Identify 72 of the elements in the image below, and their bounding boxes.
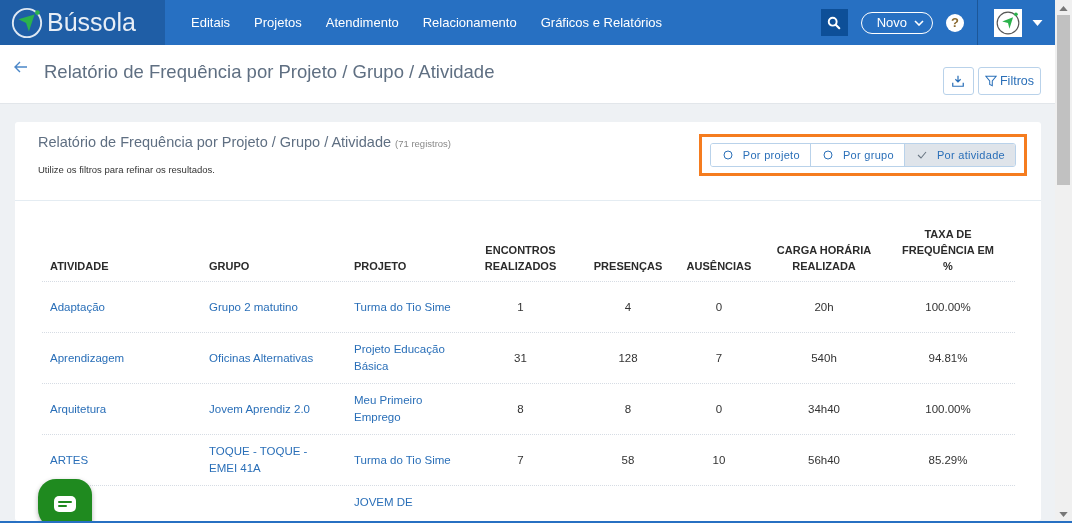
activity-link[interactable]: Arquitetura	[50, 400, 107, 418]
caret-icon[interactable]	[1032, 19, 1043, 26]
chat-button[interactable]	[38, 479, 92, 521]
table-cell-text: 100.00%	[925, 299, 971, 315]
chevron-down-icon	[914, 19, 924, 26]
table-cell-text: 10	[712, 452, 726, 468]
project-link[interactable]: Turma do Tio Sime	[354, 298, 451, 316]
column-header: ATIVIDADE	[50, 259, 109, 275]
project-link[interactable]: Turma do Tio Sime	[354, 451, 451, 469]
table-cell-text: 34h40	[808, 401, 840, 417]
radio-circle-icon	[822, 150, 833, 160]
download-button[interactable]	[942, 67, 974, 95]
table-cell-text: 1	[517, 299, 524, 315]
column-header: PRESENÇAS	[593, 259, 663, 275]
table-cell-text: 128	[618, 350, 638, 366]
search-button[interactable]	[820, 9, 848, 36]
group-link[interactable]: Grupo 2 matutino	[209, 298, 298, 316]
table-cell-text: 100.00%	[925, 401, 971, 417]
activity-link[interactable]: Aprendizagem	[50, 349, 125, 367]
table-cell-text: 0	[715, 299, 723, 315]
table-cell-text: 58	[621, 452, 635, 468]
nav-link[interactable]: Gráficos e Relatórios	[528, 15, 675, 30]
nav-link[interactable]: Projetos	[242, 15, 314, 30]
radio-circle-icon	[722, 150, 733, 160]
avatar-icon[interactable]	[994, 8, 1022, 37]
table-cell-text: 540h	[811, 350, 837, 366]
table-cell-text: 7	[715, 350, 723, 366]
group-link[interactable]: Oficinas Alternativas	[209, 349, 314, 367]
nav-link[interactable]: Editais	[179, 15, 243, 30]
table-cell-text: 20h	[814, 299, 834, 315]
help-button[interactable]: ?	[946, 13, 964, 32]
activity-link[interactable]: Adaptação	[50, 298, 105, 316]
hint-text: Utilize os filtros para refinar os resultados.	[38, 164, 216, 175]
compass-logo-icon	[10, 5, 44, 40]
column-header: PROJETO	[354, 259, 407, 275]
table-cell-text: 31	[514, 350, 527, 366]
scrollbar[interactable]	[1055, 0, 1072, 521]
nav-link[interactable]: Atendimento	[313, 15, 411, 30]
column-header: AUSÊNCIAS	[686, 259, 752, 275]
table-cell-text: 4	[624, 299, 632, 315]
column-header: ENCONTROS REALIZADOS	[483, 243, 558, 275]
search-icon	[827, 15, 842, 30]
project-link[interactable]: JOVEM DE	[354, 494, 413, 511]
table-cell-text: 8	[624, 401, 632, 417]
view-option-tab[interactable]: Por atividade	[904, 144, 1015, 166]
table-cell-text: 0	[715, 401, 723, 417]
project-link[interactable]: Meu Primeiro Emprego	[354, 392, 455, 426]
column-header: GRUPO	[209, 259, 250, 275]
scroll-up-icon[interactable]	[1059, 6, 1068, 11]
column-header: TAXA DE FREQUÊNCIA EM %	[901, 227, 995, 275]
record-count: (71 registros)	[395, 138, 451, 149]
filters-button[interactable]: Filtros	[977, 67, 1041, 95]
download-icon	[951, 74, 966, 88]
table-cell-text: 85.29%	[928, 452, 968, 468]
nav-link[interactable]: Relacionamento	[410, 15, 529, 30]
report-title: Relatório de Frequência por Projeto / Grupo / Atividade	[38, 134, 392, 150]
table-cell-text: 8	[517, 401, 524, 417]
scroll-down-icon[interactable]	[1059, 512, 1068, 517]
group-link[interactable]: Jovem Aprendiz 2.0	[209, 400, 310, 418]
activity-link[interactable]: ARTES	[50, 451, 89, 469]
table-cell-text: 7	[517, 452, 524, 468]
filter-icon	[984, 75, 997, 87]
group-link[interactable]: TOQUE - TOQUE - EMEI 41A	[209, 443, 338, 477]
table-cell-text: 56h40	[808, 452, 840, 468]
column-header: CARGA HORÁRIA REALIZADA	[775, 243, 873, 275]
check-icon	[916, 151, 927, 159]
chat-icon	[53, 495, 77, 513]
view-option-tab[interactable]: Por projeto	[710, 144, 811, 166]
back-arrow-icon[interactable]	[14, 61, 28, 73]
page-title: Relatório de Frequência por Projeto / Grupo / Atividade	[44, 61, 495, 83]
table-cell-text: 94.81%	[928, 350, 968, 366]
project-link[interactable]: Projeto Educação Básica	[354, 341, 455, 375]
